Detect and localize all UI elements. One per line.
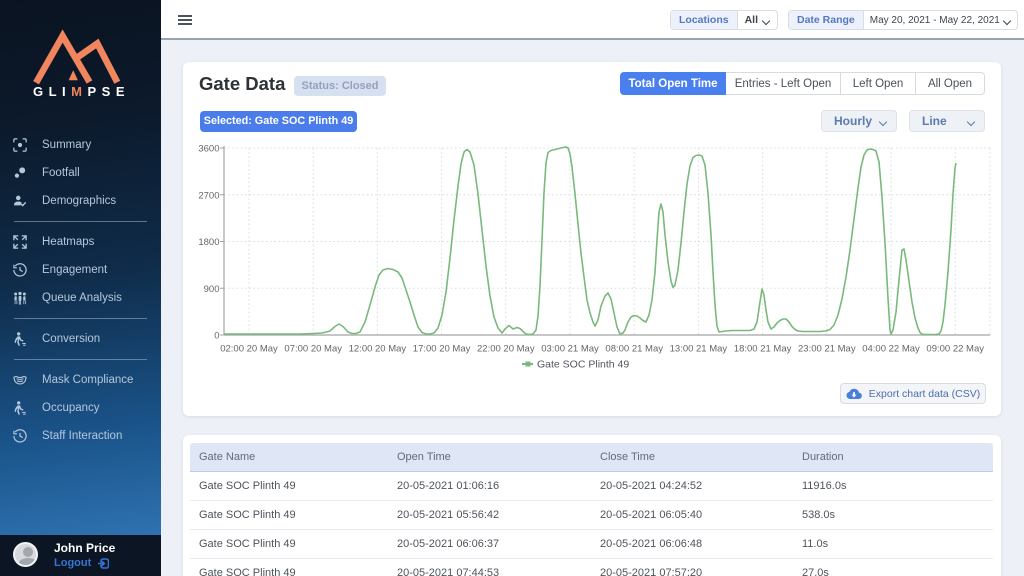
svg-text:3600: 3600 xyxy=(198,144,219,155)
svg-text:22:00 20 May: 22:00 20 May xyxy=(477,344,535,355)
svg-text:18:00 21 May: 18:00 21 May xyxy=(734,344,792,355)
svg-text:04:00 22 May: 04:00 22 May xyxy=(862,344,920,355)
svg-text:0: 0 xyxy=(214,331,219,342)
svg-text:900: 900 xyxy=(204,284,220,295)
svg-text:17:00 20 May: 17:00 20 May xyxy=(413,344,471,355)
svg-text:1800: 1800 xyxy=(198,237,219,248)
svg-text:03:00 21 May: 03:00 21 May xyxy=(541,344,599,355)
svg-text:13:00 21 May: 13:00 21 May xyxy=(670,344,728,355)
svg-text:07:00 20 May: 07:00 20 May xyxy=(284,344,342,355)
svg-text:2700: 2700 xyxy=(198,190,219,201)
svg-text:02:00 20 May: 02:00 20 May xyxy=(220,344,278,355)
svg-text:Gate SOC Plinth 49: Gate SOC Plinth 49 xyxy=(537,359,629,371)
svg-text:08:00 21 May: 08:00 21 May xyxy=(605,344,663,355)
svg-text:23:00 21 May: 23:00 21 May xyxy=(798,344,856,355)
svg-text:09:00 22 May: 09:00 22 May xyxy=(926,344,984,355)
svg-text:12:00 20 May: 12:00 20 May xyxy=(349,344,407,355)
